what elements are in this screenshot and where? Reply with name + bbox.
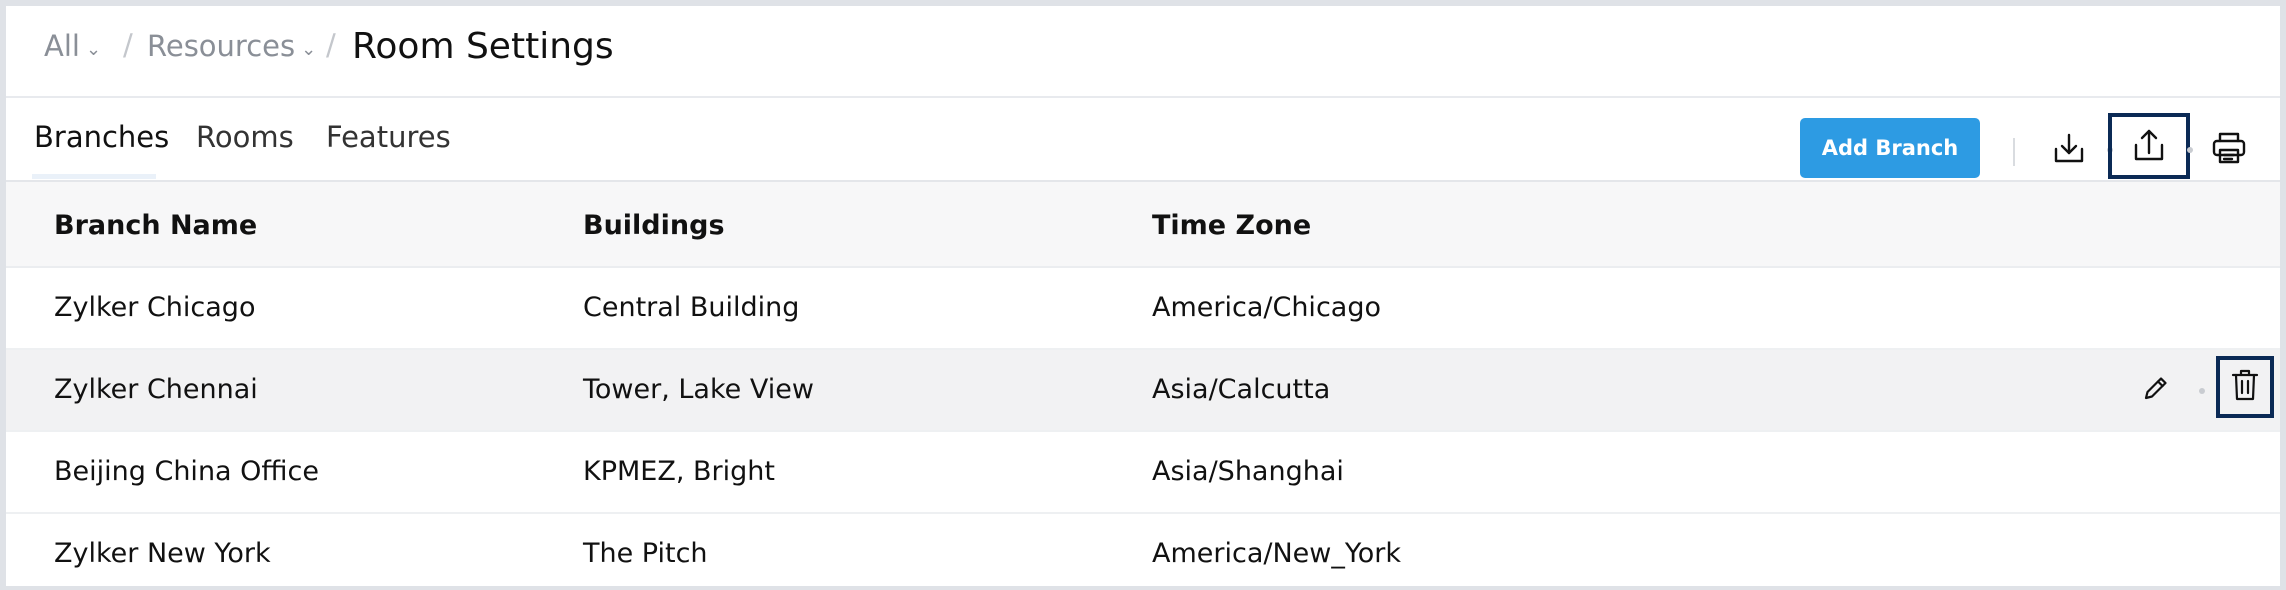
- cell-buildings: The Pitch: [583, 538, 708, 569]
- cell-buildings: Central Building: [583, 292, 800, 323]
- table-header: Branch Name Buildings Time Zone: [6, 182, 2280, 268]
- chevron-down-icon: ⌄: [85, 38, 102, 60]
- delete-button[interactable]: [2216, 356, 2274, 418]
- breadcrumb-separator: /: [326, 28, 336, 62]
- column-header-time-zone[interactable]: Time Zone: [1152, 210, 1311, 241]
- tab-branches[interactable]: Branches: [34, 120, 169, 154]
- cell-buildings: Tower, Lake View: [583, 374, 814, 405]
- tab-features[interactable]: Features: [326, 120, 451, 154]
- trash-icon: [2230, 368, 2260, 406]
- app-frame: All ⌄ / Resources ⌄ / Room Settings Bran…: [6, 6, 2280, 586]
- cell-branch-name: Zylker Chennai: [54, 374, 258, 405]
- cell-branch-name: Zylker New York: [54, 538, 271, 569]
- cell-buildings: KPMEZ, Bright: [583, 456, 775, 487]
- active-tab-indicator: [32, 174, 156, 179]
- breadcrumb-all-label: All: [44, 29, 80, 63]
- page-title: Room Settings: [352, 26, 614, 67]
- table-row[interactable]: Zylker Chennai Tower, Lake View Asia/Cal…: [6, 350, 2280, 432]
- cell-time-zone: Asia/Shanghai: [1152, 456, 1344, 487]
- print-icon: [2211, 131, 2247, 168]
- tab-rooms[interactable]: Rooms: [196, 120, 294, 154]
- add-branch-button[interactable]: Add Branch: [1800, 118, 1980, 178]
- table-row[interactable]: Zylker New York The Pitch America/New_Yo…: [6, 514, 2280, 586]
- breadcrumb-separator: /: [123, 28, 133, 62]
- edit-button[interactable]: [2130, 364, 2182, 416]
- breadcrumb-resources-label: Resources: [147, 29, 296, 63]
- breadcrumb-all[interactable]: All ⌄: [44, 29, 101, 63]
- table-row[interactable]: Zylker Chicago Central Building America/…: [6, 268, 2280, 350]
- cell-time-zone: Asia/Calcutta: [1152, 374, 1331, 405]
- cell-time-zone: America/New_York: [1152, 538, 1402, 569]
- chevron-down-icon: ⌄: [301, 38, 317, 60]
- header: All ⌄ / Resources ⌄ / Room Settings: [6, 6, 2280, 98]
- toolbar-divider: [2013, 138, 2015, 166]
- import-icon: [2052, 131, 2086, 168]
- cell-time-zone: America/Chicago: [1152, 292, 1381, 323]
- cell-branch-name: Zylker Chicago: [54, 292, 256, 323]
- separator-dot: [2199, 388, 2205, 394]
- table-row[interactable]: Beijing China Office KPMEZ, Bright Asia/…: [6, 432, 2280, 514]
- cell-branch-name: Beijing China Office: [54, 456, 319, 487]
- export-button[interactable]: [2108, 113, 2190, 179]
- toolbar: Branches Rooms Features Add Branch: [6, 98, 2280, 182]
- column-header-buildings[interactable]: Buildings: [583, 210, 725, 241]
- print-button[interactable]: [2190, 118, 2268, 180]
- column-header-branch-name[interactable]: Branch Name: [54, 210, 257, 241]
- import-button[interactable]: [2030, 118, 2108, 180]
- pencil-icon: [2141, 373, 2171, 407]
- export-icon: [2132, 127, 2166, 166]
- breadcrumb-resources[interactable]: Resources ⌄: [147, 29, 316, 63]
